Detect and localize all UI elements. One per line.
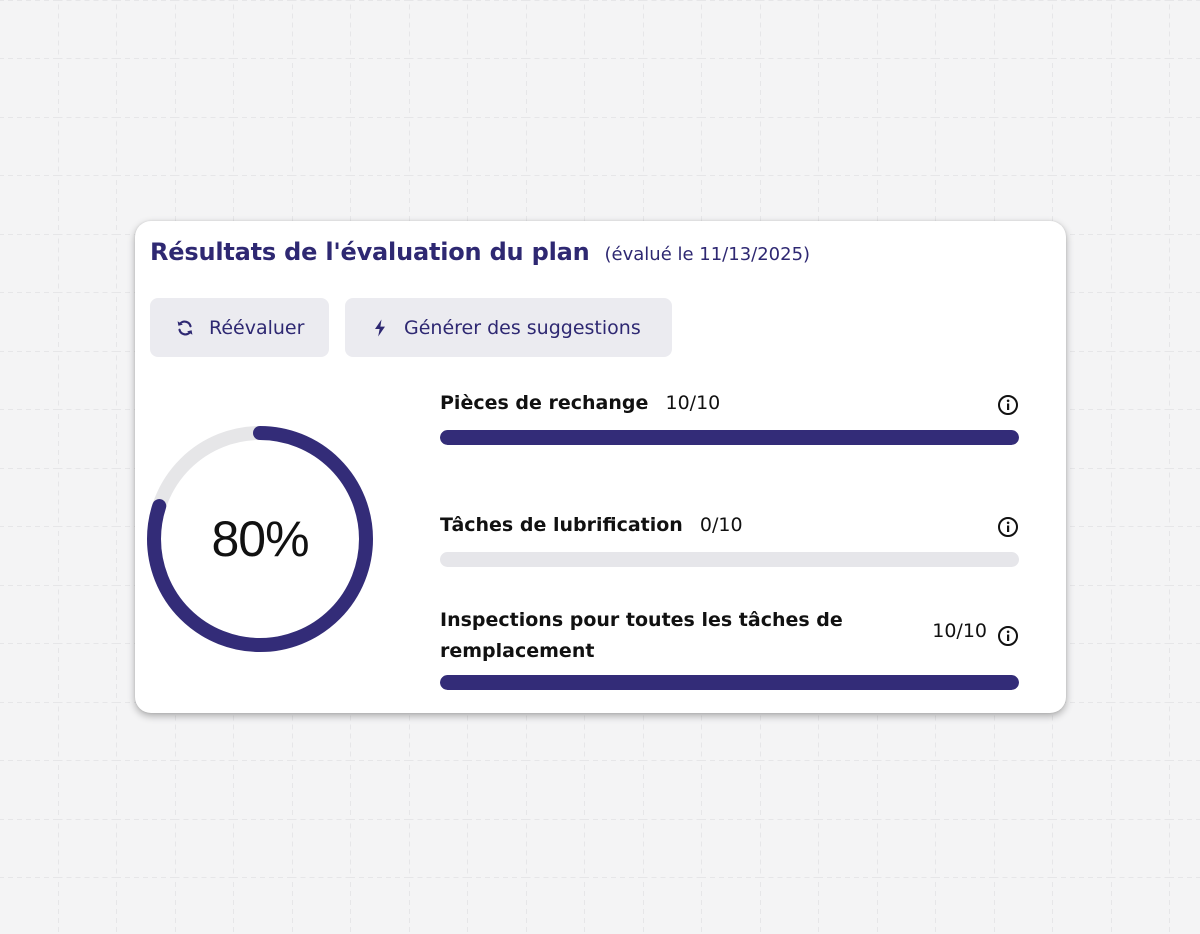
card-title: Résultats de l'évaluation du plan bbox=[150, 238, 590, 266]
info-icon[interactable] bbox=[997, 516, 1019, 538]
metric-progress-fill bbox=[440, 675, 1019, 690]
info-icon[interactable] bbox=[997, 625, 1019, 647]
info-icon[interactable] bbox=[997, 394, 1019, 416]
refresh-icon bbox=[174, 317, 196, 339]
reevaluate-button[interactable]: Réévaluer bbox=[150, 298, 329, 357]
card-header: Résultats de l'évaluation du plan (évalu… bbox=[150, 238, 810, 266]
metric-name: Tâches de lubrification bbox=[440, 514, 683, 536]
bolt-icon bbox=[369, 317, 391, 339]
generate-suggestions-label: Générer des suggestions bbox=[404, 316, 641, 339]
reevaluate-label: Réévaluer bbox=[209, 316, 305, 339]
metric-progress-bar bbox=[440, 675, 1019, 690]
metric-replacement-inspections: Inspections pour toutes les tâches de re… bbox=[440, 605, 1019, 691]
evaluation-date: (évalué le 11/13/2025) bbox=[604, 244, 811, 265]
evaluation-results-card: Résultats de l'évaluation du plan (évalu… bbox=[135, 221, 1066, 713]
metric-spare-parts: Pièces de rechange 10/10 bbox=[440, 392, 1019, 448]
metric-progress-bar bbox=[440, 430, 1019, 445]
metric-progress-bar bbox=[440, 552, 1019, 567]
metric-lubrication-tasks: Tâches de lubrification 0/10 bbox=[440, 514, 1019, 570]
metric-name: Inspections pour toutes les tâches de re… bbox=[440, 609, 843, 662]
metric-score: 10/10 bbox=[665, 392, 721, 414]
metric-score: 10/10 bbox=[932, 620, 987, 642]
metric-progress-fill bbox=[440, 430, 1019, 445]
generate-suggestions-button[interactable]: Générer des suggestions bbox=[345, 298, 672, 357]
score-percentage: 80% bbox=[211, 511, 309, 567]
metric-name: Pièces de rechange bbox=[440, 392, 649, 414]
metric-score: 0/10 bbox=[699, 514, 743, 536]
